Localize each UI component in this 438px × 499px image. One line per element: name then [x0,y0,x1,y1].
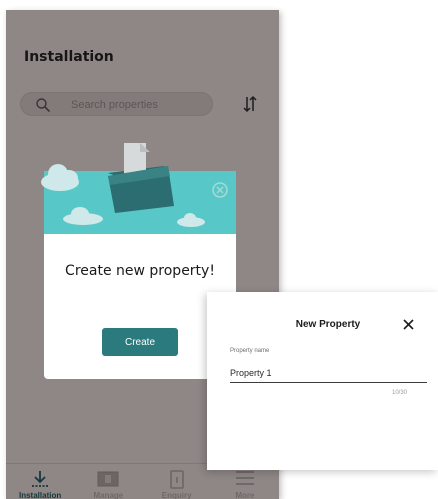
page-title: Installation [24,49,114,65]
nav-label: Installation [19,491,62,499]
folder-illustration [41,143,236,234]
nav-item-enquiry[interactable]: Enquiry [143,464,211,499]
search-bar[interactable] [20,92,213,116]
folder-icon [108,143,174,213]
manage-icon [97,471,119,487]
cloud-icon [41,164,79,191]
card-title: Create new property! [65,263,215,279]
enquiry-icon [169,470,184,489]
search-icon [36,98,50,112]
create-button[interactable]: Create [102,328,178,356]
nav-label: Enquiry [161,491,192,499]
nav-item-manage[interactable]: Manage [74,464,142,499]
search-input[interactable] [71,96,201,113]
property-name-label: Property name [230,348,270,354]
close-icon[interactable] [403,319,414,330]
nav-item-installation[interactable]: Installation [6,464,74,499]
menu-icon [235,471,254,485]
download-icon [32,471,49,487]
nav-label: Manage [93,491,124,499]
sort-icon[interactable] [242,95,258,113]
nav-label: More [235,491,255,499]
property-name-input[interactable] [230,363,427,383]
new-property-panel: New Property Property name 10/30 [207,292,438,470]
character-counter: 10/30 [392,390,408,396]
